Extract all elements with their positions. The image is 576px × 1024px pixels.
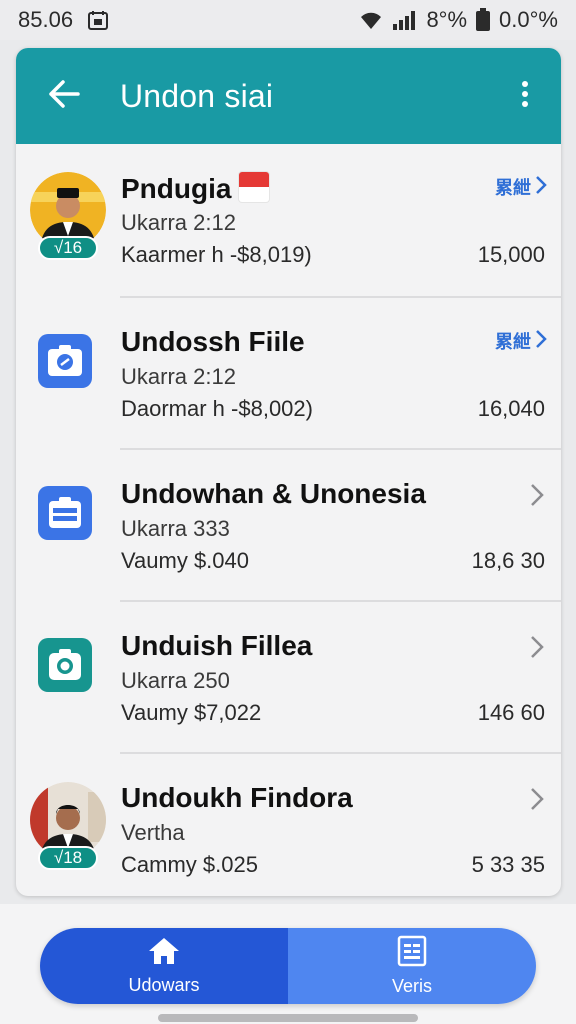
avatar: √16: [30, 172, 106, 260]
indonesia-flag-icon: [239, 172, 270, 202]
item-name: Undossh Fiile: [121, 326, 305, 357]
camera-app-icon: [38, 334, 92, 388]
item-name: Undoukh Findora: [121, 782, 353, 813]
list-item[interactable]: √18 Undoukh Findora Vertha Cammy $.025 5…: [16, 754, 561, 896]
item-description: Vaumy $7,022: [121, 700, 262, 725]
list-document-icon: [396, 935, 428, 972]
item-list: √16 Pndugia Ukarra 2:12 Kaarmer h -$8,01…: [16, 144, 561, 896]
action-label: 累紲: [495, 178, 531, 198]
overflow-menu-button[interactable]: [513, 76, 537, 116]
document-app-icon: [38, 486, 92, 540]
item-action-link[interactable]: 累紲: [495, 328, 547, 354]
bottom-nav: Udowars Veris: [40, 928, 536, 1004]
item-amount: 18,6 30: [471, 548, 545, 573]
list-item[interactable]: Undowhan & Unonesia Ukarra 333 Vaumy $.0…: [16, 450, 561, 602]
item-description: Daormar h -$8,002): [121, 396, 313, 421]
item-subtitle: Vertha: [121, 820, 185, 845]
bottom-area: Udowars Veris: [0, 904, 576, 1024]
item-description: Kaarmer h -$8,019): [121, 242, 312, 267]
app-bar: Undon siai: [16, 48, 561, 144]
verified-badge: √16: [38, 236, 98, 260]
status-time: 85.06: [18, 7, 74, 32]
camera-teal-app-icon: [38, 638, 92, 692]
tab-label: Veris: [391, 976, 433, 996]
chevron-right-icon[interactable]: [527, 632, 547, 662]
list-item[interactable]: √16 Pndugia Ukarra 2:12 Kaarmer h -$8,01…: [16, 144, 561, 298]
item-description: Vaumy $.040: [121, 548, 250, 573]
item-subtitle: Ukarra 250: [121, 668, 230, 693]
item-name: Pndugia: [121, 173, 232, 204]
tab-label: Udowars: [128, 975, 200, 995]
home-icon: [147, 936, 181, 971]
item-subtitle: Ukarra 333: [121, 516, 230, 541]
item-amount: 16,040: [477, 396, 545, 421]
back-button[interactable]: [44, 76, 84, 116]
list-item[interactable]: Unduish Fillea Ukarra 250 Vaumy $7,022 1…: [16, 602, 561, 754]
list-item[interactable]: Undossh Fiile Ukarra 2:12 Daormar h -$8,…: [16, 298, 561, 450]
item-amount: 5 33 35: [471, 852, 545, 877]
chevron-right-icon: [535, 329, 547, 354]
item-name: Undowhan & Unonesia: [121, 478, 426, 509]
tab-veris[interactable]: Veris: [288, 928, 536, 1004]
chevron-right-icon[interactable]: [527, 784, 547, 814]
item-subtitle: Ukarra 2:12: [121, 364, 236, 389]
battery-icon: [475, 8, 491, 32]
action-label: 累紲: [495, 332, 531, 352]
item-description: Cammy $.025: [121, 852, 258, 877]
status-right: 8°% 0.0°%: [358, 7, 558, 33]
chevron-right-icon[interactable]: [527, 480, 547, 510]
home-indicator: [158, 1014, 418, 1022]
item-amount: 146 60: [477, 700, 545, 725]
chevron-right-icon: [535, 175, 547, 200]
calendar-icon: [87, 9, 109, 31]
signal-icon: [392, 9, 418, 31]
avatar: √18: [30, 782, 106, 870]
arrow-left-icon: [47, 79, 81, 114]
verified-badge: √18: [38, 846, 98, 870]
wifi-icon: [358, 9, 384, 31]
data-rate: 0.0°%: [499, 7, 558, 32]
more-vert-icon: [521, 80, 529, 113]
page-title: Undon siai: [120, 77, 274, 114]
status-bar: 85.06 8°% 0.0°%: [0, 0, 576, 40]
item-subtitle: Ukarra 2:12: [121, 210, 236, 235]
tab-udowars[interactable]: Udowars: [40, 928, 288, 1004]
main-card: Undon siai √16 Pndugia Ukarra 2:12 Kaarm…: [16, 48, 561, 896]
item-amount: 15,000: [477, 242, 545, 267]
item-action-link[interactable]: 累紲: [495, 174, 547, 200]
item-name: Unduish Fillea: [121, 630, 313, 661]
battery-percent: 8°%: [426, 7, 468, 32]
